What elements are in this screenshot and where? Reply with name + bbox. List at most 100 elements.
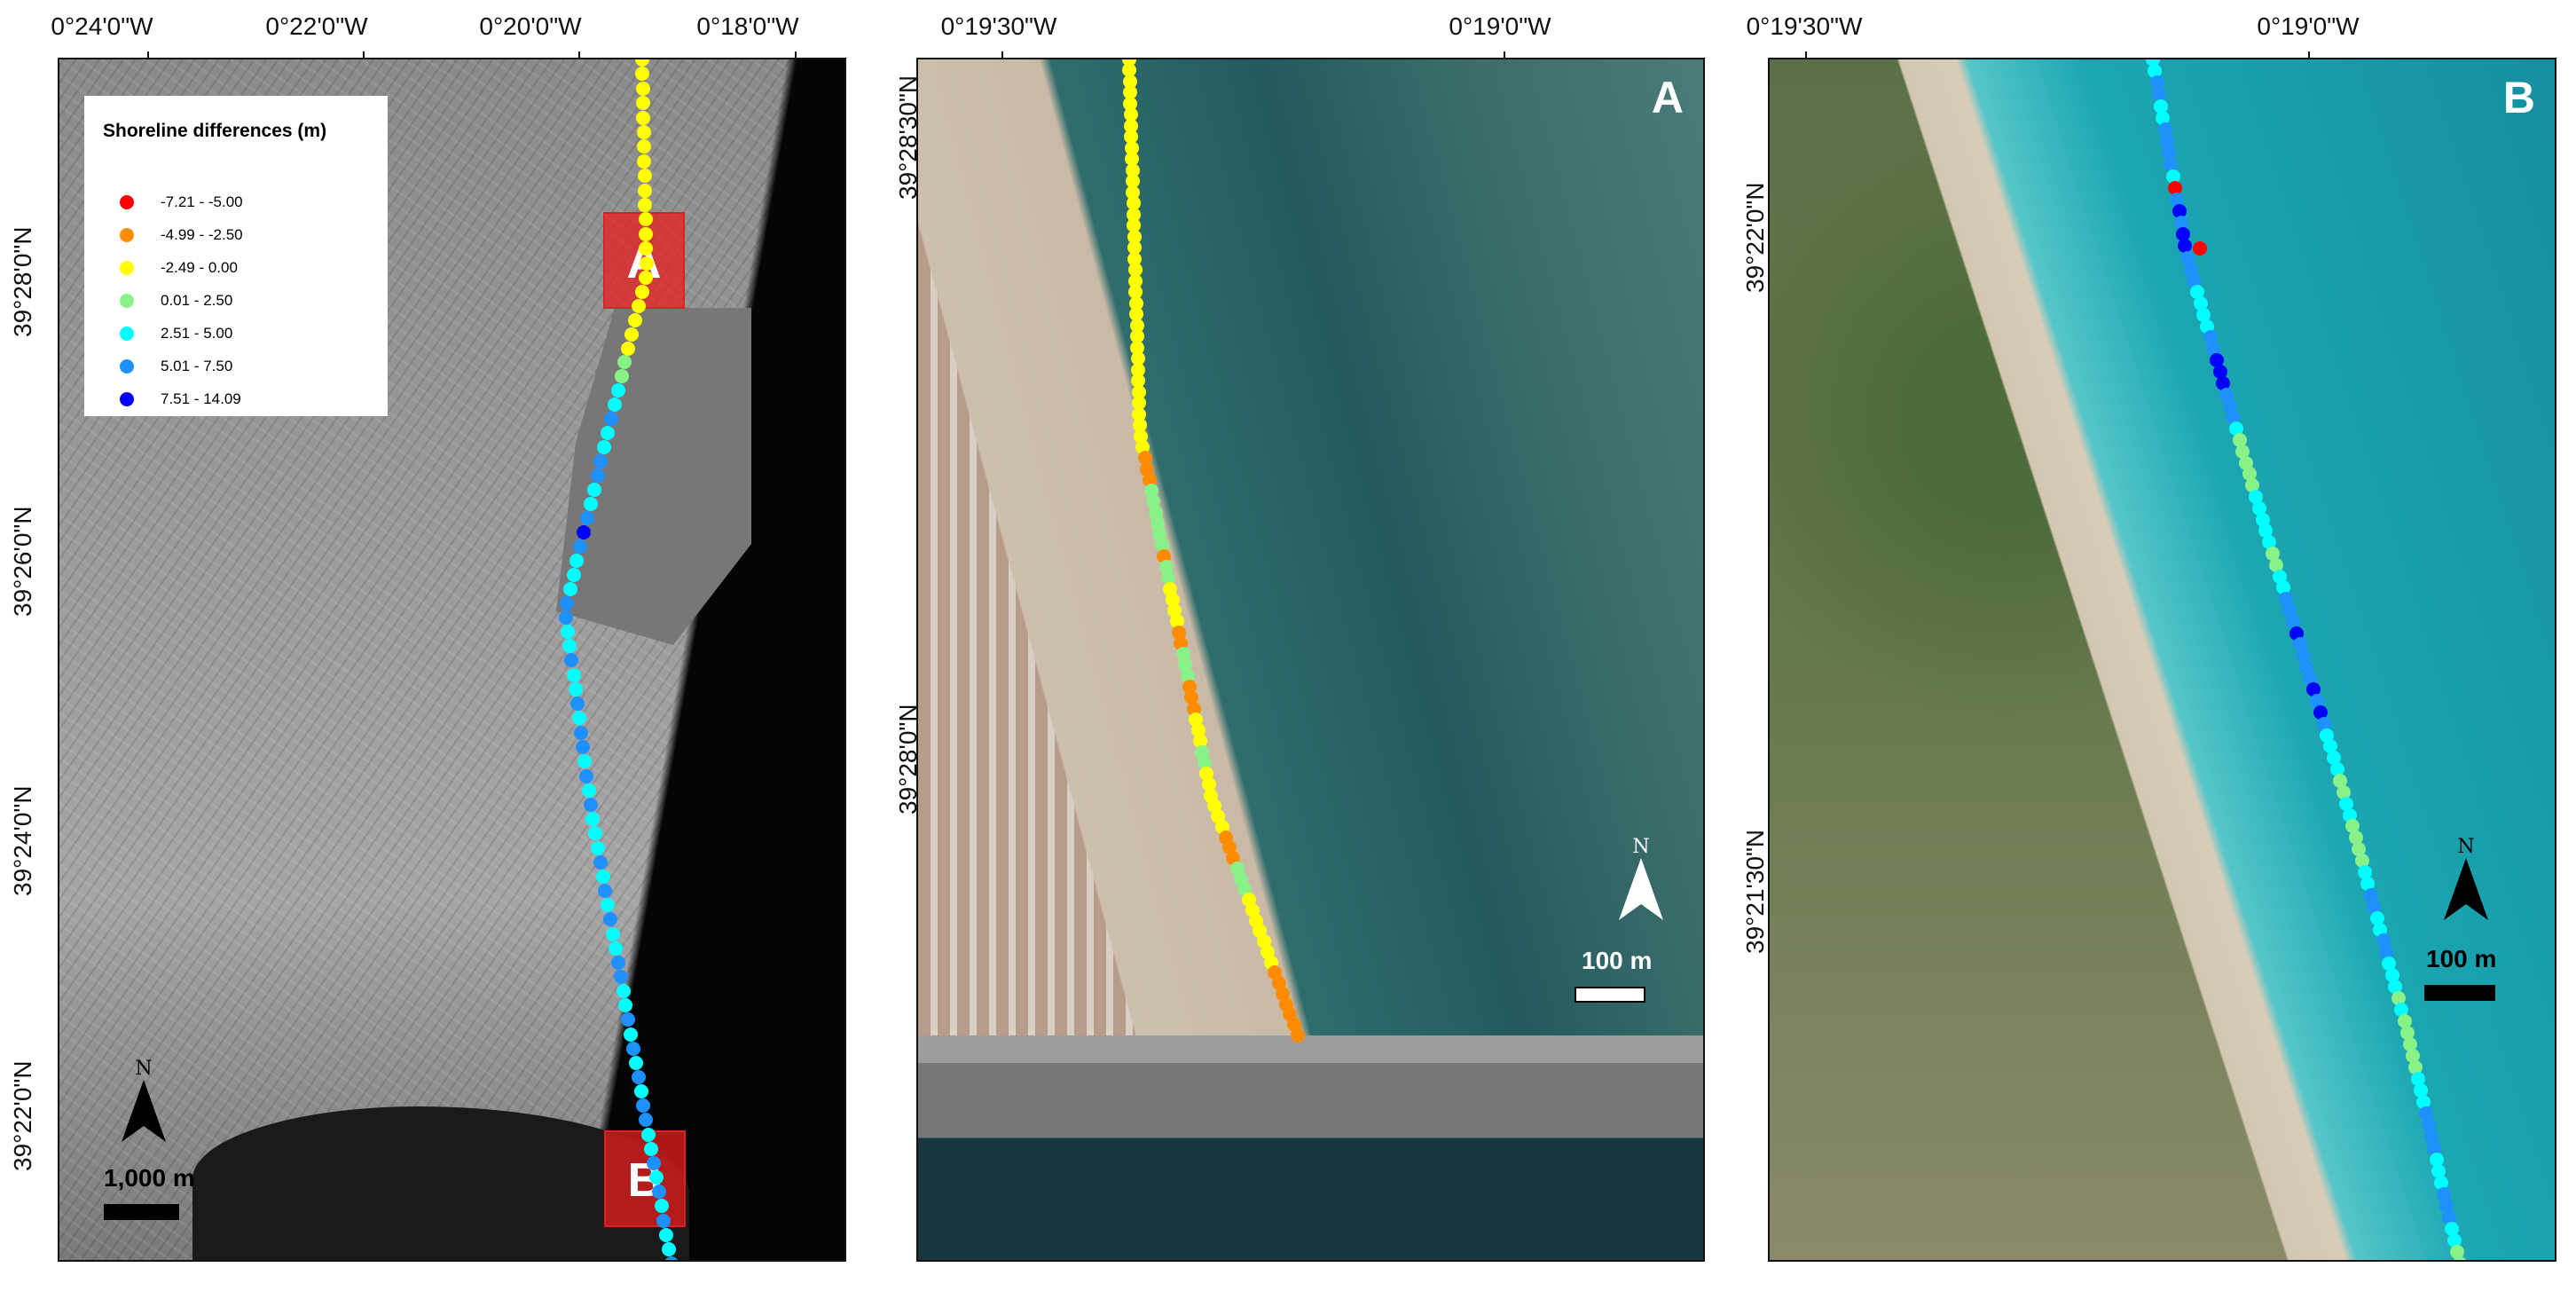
- shoreline-point: [656, 1213, 671, 1228]
- shoreline-point: [590, 840, 605, 855]
- shoreline-point: [571, 711, 586, 726]
- shoreline-point: [636, 125, 651, 139]
- scale-bar: [1575, 987, 1645, 1003]
- legend: Shoreline differences (m) -7.21 - -5.00 -…: [84, 96, 388, 416]
- shoreline-point: [625, 1041, 640, 1056]
- shoreline-point: [639, 1113, 654, 1128]
- shoreline-point: [634, 284, 649, 299]
- legend-title: Shoreline differences (m): [103, 121, 327, 141]
- shoreline-point: [613, 969, 628, 984]
- shoreline-point: [639, 226, 654, 241]
- inset-map-a[interactable]: A N 100 m: [916, 58, 1705, 1262]
- shoreline-point: [564, 653, 579, 668]
- legend-swatch-icon: [120, 359, 134, 374]
- shoreline-point: [654, 1199, 669, 1214]
- shoreline-point: [641, 1127, 656, 1142]
- north-arrow: N: [2439, 836, 2493, 933]
- shoreline-point: [569, 697, 585, 712]
- shoreline-point: [595, 869, 610, 884]
- shoreline-point: [616, 984, 631, 999]
- shoreline-point: [638, 183, 653, 198]
- shoreline-point: [566, 667, 581, 682]
- shoreline-point: [581, 783, 596, 798]
- scale-bar: [2424, 985, 2495, 1001]
- lat-label: 39°22'0"N: [1741, 182, 1769, 293]
- legend-swatch-icon: [120, 294, 134, 308]
- shoreline-point: [606, 926, 621, 941]
- shoreline-point: [587, 826, 602, 841]
- legend-item: 5.01 - 7.50: [120, 358, 232, 375]
- shoreline-point: [631, 1070, 646, 1085]
- shoreline-point: [576, 740, 591, 755]
- shoreline-point: [1291, 1028, 1305, 1043]
- shoreline-point: [659, 1227, 674, 1242]
- shoreline-point-max-erosion: [2193, 241, 2207, 256]
- shoreline-point: [621, 341, 636, 356]
- shoreline-point: [590, 468, 605, 484]
- shoreline-point: [621, 1012, 636, 1027]
- shoreline-point: [618, 998, 633, 1013]
- shoreline-point: [566, 567, 581, 582]
- shoreline-point: [583, 798, 598, 813]
- shoreline-point: [635, 59, 649, 67]
- scale-label: 100 m: [2426, 945, 2497, 972]
- lon-label: 0°22'0"W: [265, 12, 368, 40]
- shoreline-point: [637, 154, 652, 169]
- lon-label: 0°19'30"W: [940, 12, 1057, 40]
- shoreline-point: [628, 1055, 643, 1070]
- shoreline-point: [635, 81, 650, 96]
- legend-item: 7.51 - 14.09: [120, 390, 241, 408]
- shoreline-point: [559, 610, 574, 625]
- legend-item: 0.01 - 2.50: [120, 292, 232, 310]
- scale-label: 1,000 m: [104, 1164, 195, 1192]
- shoreline-point: [635, 67, 650, 82]
- lat-label: 39°28'0"N: [9, 226, 36, 337]
- shoreline-point: [639, 256, 654, 271]
- shoreline-point: [561, 624, 576, 639]
- lon-label: 0°18'0"W: [696, 12, 799, 40]
- legend-item: -7.21 - -5.00: [120, 193, 243, 211]
- legend-swatch-icon: [120, 392, 134, 406]
- shoreline-point: [637, 139, 652, 154]
- shoreline-point: [559, 595, 574, 610]
- shoreline-point: [562, 639, 577, 654]
- panel-label: A: [1651, 73, 1684, 122]
- lat-label: 39°24'0"N: [9, 785, 36, 896]
- shoreline-point: [636, 96, 651, 111]
- legend-item: 2.51 - 5.00: [120, 325, 232, 342]
- shoreline-point: [646, 1155, 661, 1170]
- inset-map-b[interactable]: B N 100 m: [1768, 58, 2556, 1262]
- shoreline-point: [577, 524, 592, 539]
- shoreline-point: [636, 1098, 651, 1114]
- shoreline-point: [574, 725, 589, 740]
- shoreline-point: [631, 298, 646, 313]
- shoreline-point: [628, 312, 642, 327]
- shoreline-point: [610, 383, 625, 398]
- legend-label: -7.21 - -5.00: [161, 193, 243, 210]
- port-valencia: [556, 308, 751, 645]
- lat-label: 39°21'30"N: [1741, 829, 1769, 954]
- shoreline-point: [569, 553, 585, 568]
- legend-label: 5.01 - 7.50: [161, 358, 233, 374]
- shoreline-point: [648, 1170, 664, 1185]
- shoreline-point: [610, 955, 625, 970]
- shoreline-point: [636, 110, 651, 125]
- shoreline-point: [593, 854, 608, 870]
- shoreline-point: [624, 327, 640, 342]
- shoreline-point: [624, 1027, 639, 1042]
- shoreline-point: [601, 898, 616, 913]
- legend-swatch-icon: [120, 327, 134, 341]
- shoreline-point: [638, 198, 653, 212]
- panel-label: B: [2502, 73, 2535, 122]
- lat-label: 39°26'0"N: [9, 506, 36, 617]
- overview-map[interactable]: Shoreline differences (m) -7.21 - -5.00 -…: [58, 58, 846, 1262]
- legend-label: -2.49 - 0.00: [161, 259, 238, 276]
- legend-swatch-icon: [120, 228, 134, 242]
- shoreline-point: [633, 1084, 648, 1099]
- lat-label: 39°28'0"N: [894, 704, 922, 815]
- lon-label: 0°24'0"W: [51, 12, 153, 40]
- legend-label: 7.51 - 14.09: [161, 390, 241, 407]
- shoreline-point: [579, 510, 594, 525]
- shoreline-point: [577, 754, 593, 769]
- shoreline-point: [637, 169, 652, 184]
